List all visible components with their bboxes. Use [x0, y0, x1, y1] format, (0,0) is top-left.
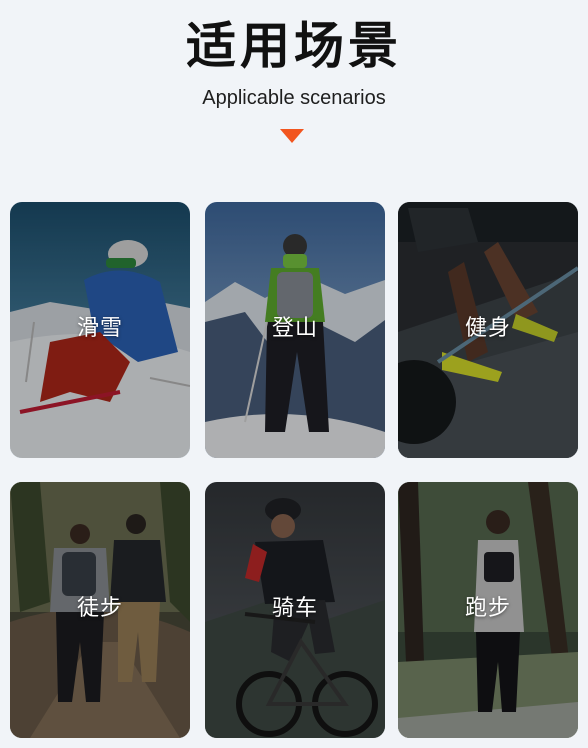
scenario-label: 滑雪: [76, 316, 123, 341]
scenario-card-fitness[interactable]: 健身: [398, 202, 578, 458]
scenario-card-skiing[interactable]: 滑雪: [10, 202, 190, 458]
scenario-label: 跑步: [464, 596, 511, 621]
scenario-card-hiking[interactable]: 徒步: [10, 482, 190, 738]
scenario-card-cycling[interactable]: 骑车: [205, 482, 385, 738]
scenarios-page: 适用场景 Applicable scenarios 滑雪 登山 健身 徒步 骑车…: [0, 0, 588, 748]
scenario-card-mountaineering[interactable]: 登山: [205, 202, 385, 458]
scenario-card-running[interactable]: 跑步: [398, 482, 578, 738]
scenario-label: 徒步: [76, 596, 123, 621]
down-arrow-icon: [280, 129, 304, 143]
scenario-label: 登山: [271, 316, 318, 341]
page-title: 适用场景: [186, 17, 402, 75]
page-subtitle: Applicable scenarios: [202, 87, 386, 109]
scenario-label: 骑车: [271, 596, 318, 621]
scenario-label: 健身: [464, 316, 511, 341]
